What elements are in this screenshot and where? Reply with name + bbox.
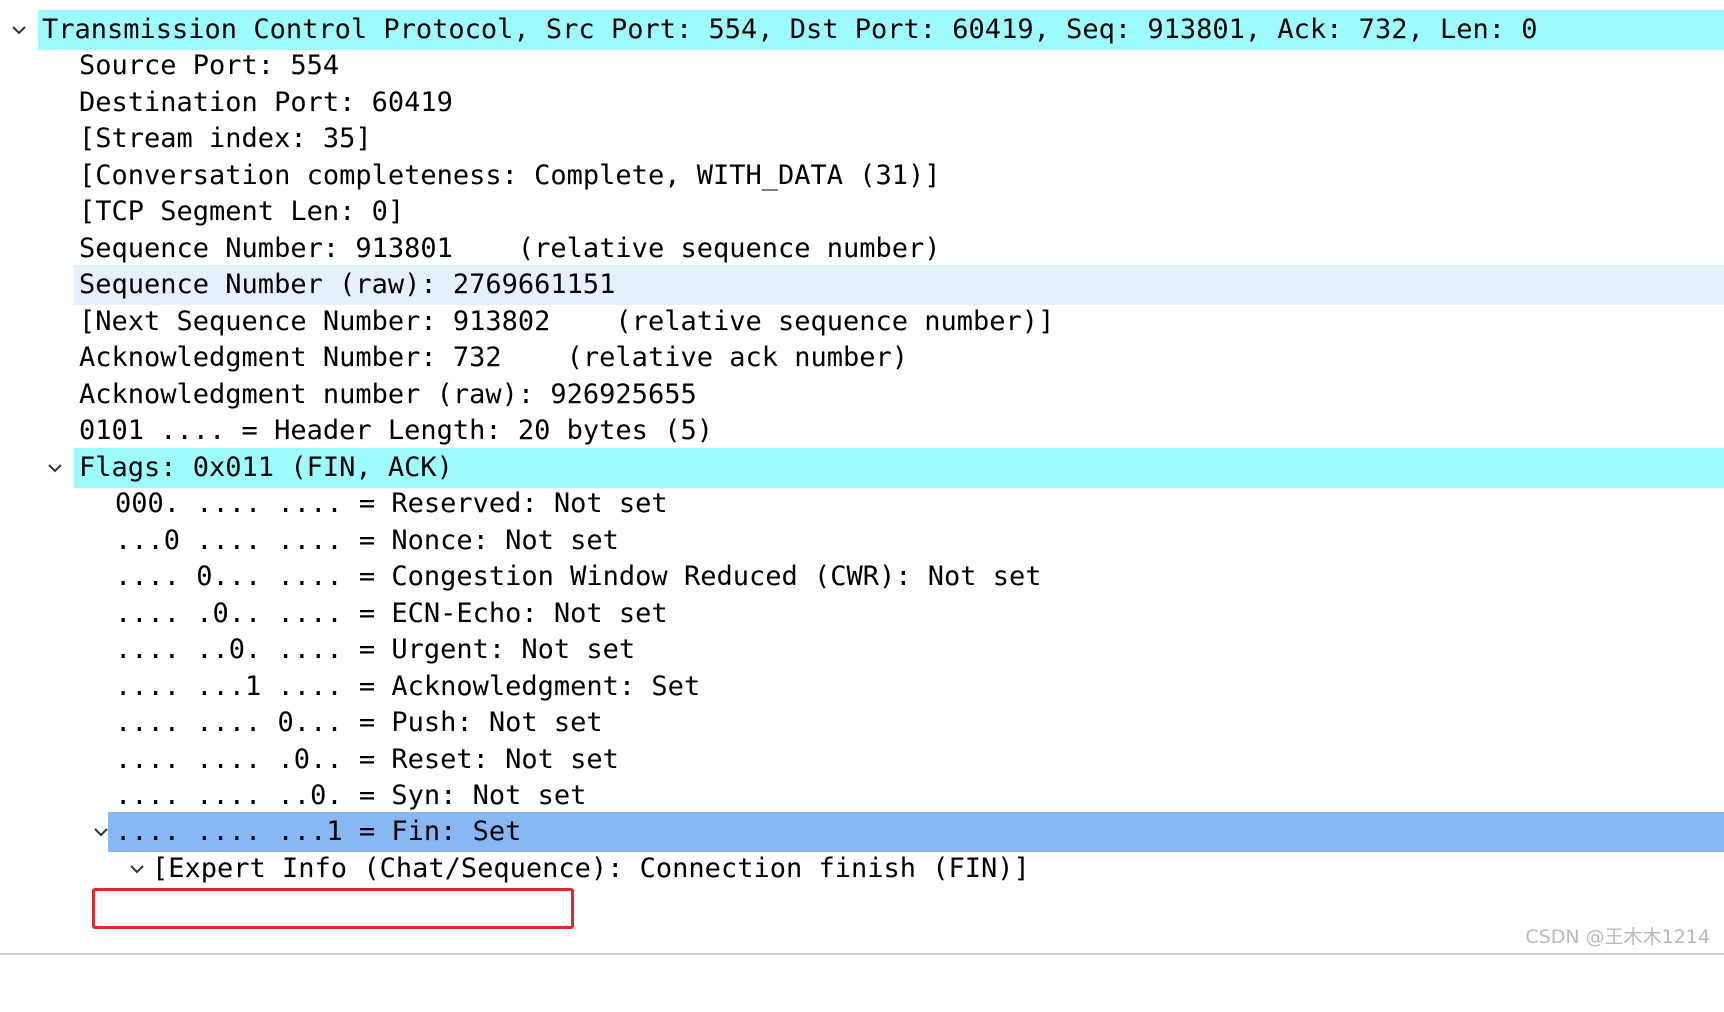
tree-row-tcp[interactable]: Transmission Control Protocol, Src Port:… (0, 10, 1724, 50)
watermark: CSDN @王木木1214 (1525, 926, 1710, 948)
tree-row-stream-index[interactable]: [Stream index: 35] (0, 119, 1724, 159)
tree-row-flags[interactable]: Flags: 0x011 (FIN, ACK) (0, 448, 1724, 488)
expert-info-label: [Expert Info (Chat/Sequence): Connection… (152, 853, 1030, 884)
field-label: [TCP Segment Len: 0] (79, 196, 405, 227)
tree-row-flag-nonce[interactable]: ...0 .... .... = Nonce: Not set (0, 521, 1724, 561)
tree-row-flag-syn[interactable]: .... .... ..0. = Syn: Not set (0, 776, 1724, 816)
chevron-down-icon[interactable] (122, 849, 152, 889)
flag-bit-label: .... .... ..0. = Syn: Not set (115, 780, 587, 811)
field-label: Source Port: 554 (79, 50, 340, 81)
tree-row-flag-ecn-echo[interactable]: .... .0.. .... = ECN-Echo: Not set (0, 594, 1724, 634)
flag-bit-label: .... .... ...1 = Fin: Set (115, 816, 522, 847)
field-label: Acknowledgment Number: 732 (relative ack… (79, 342, 909, 373)
chevron-down-icon[interactable] (4, 10, 34, 50)
field-label: Sequence Number (raw): 2769661151 (79, 269, 616, 300)
tree-row-flag-reserved[interactable]: 000. .... .... = Reserved: Not set (0, 484, 1724, 524)
tree-row-sequence-number-raw[interactable]: Sequence Number (raw): 2769661151 (0, 265, 1724, 305)
flag-bit-label: .... .0.. .... = ECN-Echo: Not set (115, 598, 668, 629)
field-label: [Conversation completeness: Complete, WI… (79, 160, 941, 191)
flag-bit-label: .... .... .0.. = Reset: Not set (115, 744, 619, 775)
tree-row-sequence-number[interactable]: Sequence Number: 913801 (relative sequen… (0, 229, 1724, 269)
field-label: [Stream index: 35] (79, 123, 372, 154)
tree-row-conversation-completeness[interactable]: [Conversation completeness: Complete, WI… (0, 156, 1724, 196)
flags-summary-label: Flags: 0x011 (FIN, ACK) (79, 452, 453, 483)
tcp-summary-label: Transmission Control Protocol, Src Port:… (42, 14, 1538, 45)
tree-row-flag-reset[interactable]: .... .... .0.. = Reset: Not set (0, 740, 1724, 780)
annotation-highlight-box (92, 888, 574, 929)
flag-bit-label: .... 0... .... = Congestion Window Reduc… (115, 561, 1042, 592)
tree-row-header-length[interactable]: 0101 .... = Header Length: 20 bytes (5) (0, 411, 1724, 451)
flag-bit-label: ...0 .... .... = Nonce: Not set (115, 525, 619, 556)
tree-row-expert-info[interactable]: [Expert Info (Chat/Sequence): Connection… (0, 849, 1724, 889)
tree-row-source-port[interactable]: Source Port: 554 (0, 46, 1724, 86)
chevron-down-icon[interactable] (40, 448, 70, 488)
tree-row-segment-len[interactable]: [TCP Segment Len: 0] (0, 192, 1724, 232)
tree-row-acknowledgment-number[interactable]: Acknowledgment Number: 732 (relative ack… (0, 338, 1724, 378)
field-label: Acknowledgment number (raw): 926925655 (79, 379, 697, 410)
tree-row-flag-acknowledgment[interactable]: .... ...1 .... = Acknowledgment: Set (0, 667, 1724, 707)
field-label: 0101 .... = Header Length: 20 bytes (5) (79, 415, 713, 446)
tree-row-next-sequence-number[interactable]: [Next Sequence Number: 913802 (relative … (0, 302, 1724, 342)
field-label: Sequence Number: 913801 (relative sequen… (79, 233, 941, 264)
tree-row-acknowledgment-number-raw[interactable]: Acknowledgment number (raw): 926925655 (0, 375, 1724, 415)
chevron-down-icon[interactable] (86, 812, 116, 852)
tree-row-destination-port[interactable]: Destination Port: 60419 (0, 83, 1724, 123)
field-label: Destination Port: 60419 (79, 87, 453, 118)
flag-bit-label: .... ...1 .... = Acknowledgment: Set (115, 671, 701, 702)
tree-row-flag-push[interactable]: .... .... 0... = Push: Not set (0, 703, 1724, 743)
tree-row-flag-fin-selected[interactable]: .... .... ...1 = Fin: Set (0, 812, 1724, 852)
tree-row-flag-urgent[interactable]: .... ..0. .... = Urgent: Not set (0, 630, 1724, 670)
flag-bit-label: 000. .... .... = Reserved: Not set (115, 488, 668, 519)
flag-bit-label: .... ..0. .... = Urgent: Not set (115, 634, 636, 665)
flag-bit-label: .... .... 0... = Push: Not set (115, 707, 603, 738)
tree-row-flag-cwr[interactable]: .... 0... .... = Congestion Window Reduc… (0, 557, 1724, 597)
field-label: [Next Sequence Number: 913802 (relative … (79, 306, 1055, 337)
